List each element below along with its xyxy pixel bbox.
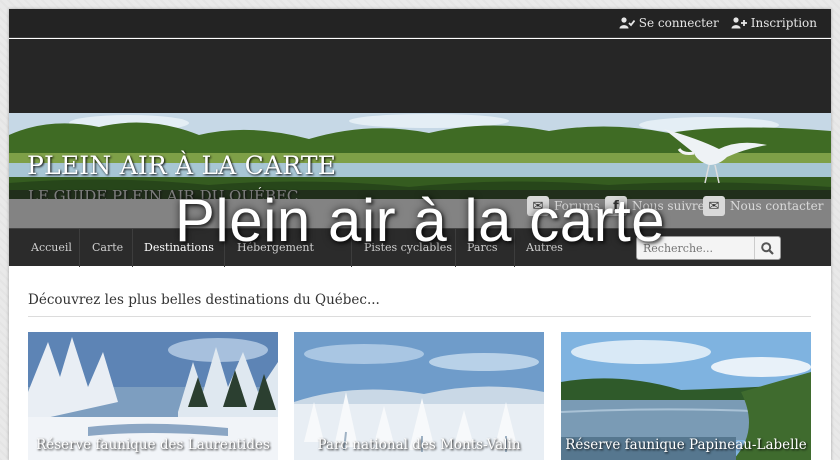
search-box: [636, 236, 781, 260]
divider: [28, 316, 811, 317]
nav-item-pistes-cyclables[interactable]: Pistes cyclables: [364, 241, 452, 254]
card-caption: Réserve faunique des Laurentides: [36, 437, 270, 453]
contact-link[interactable]: ✉ Nous contacter: [703, 196, 823, 216]
account-links: Se connecter Inscription: [619, 16, 817, 30]
site-title[interactable]: PLEIN AIR À LA CARTE: [27, 151, 336, 180]
register-label: Inscription: [750, 16, 817, 30]
destination-card-laurentides[interactable]: Réserve faunique des Laurentides: [28, 332, 278, 460]
header-banner: PLEIN AIR À LA CARTE LE GUIDE PLEIN AIR …: [9, 113, 831, 199]
search-button[interactable]: [754, 237, 780, 259]
nav-item-hebergement[interactable]: Hébergement: [237, 241, 314, 254]
ad-band: [9, 39, 831, 113]
contact-label: Nous contacter: [730, 199, 824, 213]
chat-bubble-icon: ✉: [527, 196, 549, 216]
nav-item-autres[interactable]: Autres: [526, 241, 563, 254]
card-caption: Réserve faunique Papineau-Labelle: [565, 437, 807, 453]
nav-separator: [455, 229, 456, 267]
nav-item-carte[interactable]: Carte: [92, 241, 123, 254]
search-icon: [761, 241, 774, 255]
nav-item-destinations[interactable]: Destinations: [144, 241, 214, 254]
nav-separator: [224, 229, 225, 267]
forums-link[interactable]: ✉ Forums: [527, 196, 600, 216]
intro-heading: Découvrez les plus belles destinations d…: [28, 292, 380, 308]
nav-separator: [132, 229, 133, 267]
nav-separator: [79, 229, 80, 267]
nav-item-parcs[interactable]: Parcs: [467, 241, 498, 254]
search-input[interactable]: [637, 237, 753, 260]
follow-label: Nous suivre: [632, 199, 705, 213]
forums-label: Forums: [554, 199, 600, 213]
destination-card-monts-valin[interactable]: Parc national des Monts-Valin: [294, 332, 544, 460]
facebook-icon: f: [605, 196, 627, 216]
card-caption: Parc national des Monts-Valin: [317, 437, 521, 453]
login-link[interactable]: Se connecter: [619, 16, 719, 30]
main-nav: Accueil Carte Destinations Hébergement P…: [9, 228, 831, 267]
envelope-icon: ✉: [703, 196, 725, 216]
nav-item-accueil[interactable]: Accueil: [31, 241, 72, 254]
top-bar: Se connecter Inscription: [9, 9, 831, 38]
nav-separator: [514, 229, 515, 267]
nav-separator: [351, 229, 352, 267]
login-label: Se connecter: [638, 16, 719, 30]
user-check-icon: [619, 17, 635, 29]
register-link[interactable]: Inscription: [731, 16, 817, 30]
user-plus-icon: [731, 17, 747, 29]
destination-card-papineau-labelle[interactable]: Réserve faunique Papineau-Labelle: [561, 332, 811, 460]
follow-link[interactable]: f Nous suivre: [605, 196, 705, 216]
page-frame: Se connecter Inscription PLEIN AIR À LA …: [9, 9, 831, 460]
